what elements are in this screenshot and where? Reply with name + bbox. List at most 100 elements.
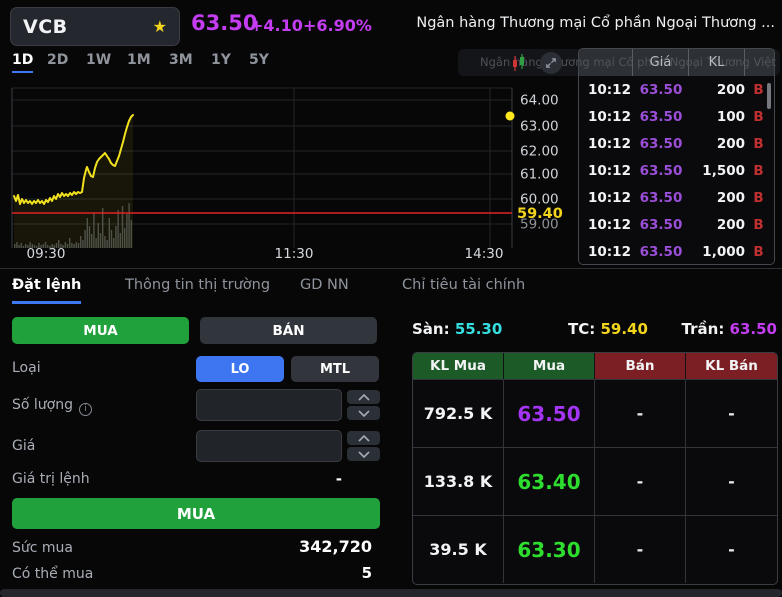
book-row[interactable]: 792.5 K63.50-- [413,379,777,447]
tape-time: 10:12 [579,163,633,179]
candlestick-chart-icon[interactable] [511,54,527,76]
order-type-lo-button[interactable]: LO [196,356,284,382]
book-sell-volume: - [686,516,777,583]
tape-side: B [745,163,772,179]
sell-tab-button[interactable]: BÁN [200,317,377,344]
range-tab-1y[interactable]: 1Y [211,52,231,68]
buying-power-value: 342,720 [196,537,372,556]
quantity-label: Số lượngi [12,397,92,416]
order-book-table: KL MuaMuaBánKL Bán 792.5 K63.50--133.8 K… [412,352,778,585]
price-input[interactable] [196,430,342,462]
svg-text:62.00: 62.00 [520,144,559,160]
book-row[interactable]: 39.5 K63.30-- [413,515,777,583]
trade-tape-panel: Giá KL 10:1263.50200B10:1263.50100B10:12… [578,48,775,265]
submit-buy-button[interactable]: MUA [12,498,380,529]
order-type-mtl-button[interactable]: MTL [291,356,379,382]
tape-volume: 200 [689,190,745,206]
tape-side: B [745,109,772,125]
book-buy-volume: 133.8 K [413,448,504,515]
reference-price: TC: 59.40 [568,320,648,338]
book-header-cell: KL Mua [413,353,504,379]
ticker-symbol: VCB [23,16,68,38]
tape-time: 10:12 [579,190,633,206]
book-buy-volume: 792.5 K [413,380,504,447]
svg-text:64.00: 64.00 [520,93,559,109]
favorite-star-icon[interactable]: ★ [153,17,167,36]
tape-side-header [745,49,772,76]
tape-time: 10:12 [579,244,633,260]
price-label: Giá [12,438,35,454]
tape-side: B [745,190,772,206]
symbol-selector[interactable]: VCB ★ [10,7,180,46]
tape-rows: 10:1263.50200B10:1263.50100B10:1263.5020… [579,76,774,265]
tape-side: B [745,244,772,260]
tape-row: 10:1263.50100B [579,103,774,130]
tape-price-header: Giá [633,49,689,76]
svg-text:61.00: 61.00 [520,167,559,183]
book-sell-volume: - [686,380,777,447]
price-decrease-button[interactable] [347,447,380,461]
tape-price: 63.50 [633,82,689,98]
order-value-label: Giá trị lệnh [12,471,90,487]
horizontal-scrollbar[interactable] [0,589,782,597]
svg-text:63.00: 63.00 [520,119,559,135]
book-row[interactable]: 133.8 K63.40-- [413,447,777,515]
range-tab-2d[interactable]: 2D [47,52,68,68]
can-buy-value: 5 [196,564,372,582]
tape-row: 10:1263.50200B [579,184,774,211]
book-header-cell: Mua [504,353,595,379]
tape-scrollbar[interactable] [767,83,771,109]
svg-text:09:30: 09:30 [27,246,66,262]
tab-thông-tin-thị-trường[interactable]: Thông tin thị trường [125,277,270,301]
quantity-input[interactable] [196,389,342,421]
tape-volume: 200 [689,217,745,233]
tape-header: Giá KL [579,49,774,76]
tape-volume: 100 [689,109,745,125]
last-price: 63.50 [191,11,257,35]
order-value: - [196,470,342,488]
book-buy-price: 63.50 [504,380,595,447]
book-sell-volume: - [686,448,777,515]
tape-volume: 200 [689,136,745,152]
info-icon[interactable]: i [79,403,92,416]
tab-chỉ-tiêu-tài-chính[interactable]: Chỉ tiêu tài chính [402,277,525,301]
tape-volume: 1,500 [689,163,745,179]
tape-row: 10:1263.501,500B [579,157,774,184]
book-buy-price: 63.30 [504,516,595,583]
order-type-label: Loại [12,360,41,376]
quantity-increase-button[interactable] [347,390,380,404]
price-increase-button[interactable] [347,431,380,445]
order-book-header: KL MuaMuaBánKL Bán [413,353,777,379]
floor-price: Sàn: 55.30 [412,320,502,338]
tape-side: B [745,217,772,233]
tape-volume-header: KL [689,49,745,76]
expand-chart-icon[interactable] [540,52,562,74]
range-tab-1w[interactable]: 1W [86,52,111,68]
section-divider [0,268,782,269]
buy-tab-button[interactable]: MUA [12,317,189,344]
svg-text:14:30: 14:30 [465,246,504,262]
range-tab-1m[interactable]: 1M [127,52,151,68]
trading-app: VCB ★ 63.50 +4.10 +6.90% Ngân hàng Thươn… [0,0,782,597]
tape-time: 10:12 [579,82,633,98]
book-header-cell: Bán [595,353,686,379]
price-change-percent: +6.90% [303,16,372,35]
range-tab-5y[interactable]: 5Y [249,52,269,68]
price-change: +4.10 [250,16,303,35]
range-tab-3m[interactable]: 3M [169,52,193,68]
svg-text:11:30: 11:30 [275,246,314,262]
tape-side: B [745,136,772,152]
tape-row: 10:1263.50200B [579,130,774,157]
tape-price: 63.50 [633,163,689,179]
tab-đặt-lệnh[interactable]: Đặt lệnh [12,277,81,304]
tape-price: 63.50 [633,190,689,206]
tape-row: 10:1263.50200B [579,76,774,103]
ceiling-price: Trần: 63.50 [682,320,777,338]
tape-price: 63.50 [633,244,689,260]
tape-volume: 200 [689,82,745,98]
quantity-decrease-button[interactable] [347,406,380,420]
range-tab-1d[interactable]: 1D [12,52,33,73]
tape-price: 63.50 [633,136,689,152]
tape-price: 63.50 [633,217,689,233]
tab-gd-nn[interactable]: GD NN [300,277,349,301]
